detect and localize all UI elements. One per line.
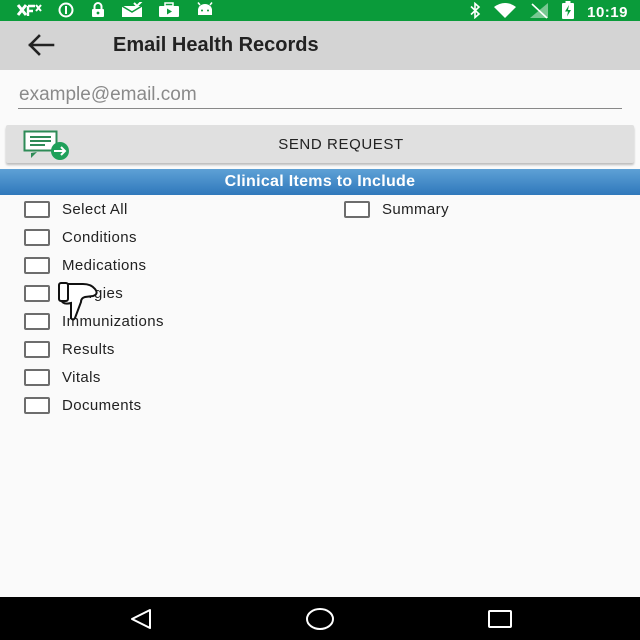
checkbox-results[interactable]: Results [24,339,115,359]
back-arrow-icon[interactable] [24,32,58,60]
navigation-bar [0,597,640,640]
home-circle-icon[interactable] [305,607,335,636]
checkbox-box[interactable] [24,200,50,218]
checkbox-label: Documents [62,396,142,414]
checkbox-box[interactable] [24,284,50,302]
mail-check-icon [121,2,143,18]
data-saver-icon [57,2,75,18]
checkbox-box[interactable] [344,200,370,218]
back-triangle-icon[interactable] [128,608,154,635]
checkbox-box[interactable] [24,228,50,246]
hand-pointer-icon [57,281,101,328]
email-input[interactable] [18,82,622,108]
checkbox-label: Medications [62,256,147,274]
checkbox-box[interactable] [24,396,50,414]
send-request-label: SEND REQUEST [278,136,404,153]
checkbox-label: Results [62,340,115,358]
checkbox-label: Conditions [62,228,137,246]
app-bar: Email Health Records [0,21,640,70]
checkbox-label: Vitals [62,368,101,386]
checkbox-label: Select All [62,200,128,218]
checkbox-documents[interactable]: Documents [24,395,141,415]
checkbox-box[interactable] [24,312,50,330]
status-time: 10:19 [587,4,628,21]
page-title: Email Health Records [113,34,319,56]
send-request-button[interactable]: SEND REQUEST [6,125,634,163]
checkbox-medications[interactable]: Medications [24,255,146,275]
briefcase-play-icon [158,2,180,18]
fx-notification-icon [16,2,42,18]
checkbox-label: Summary [382,200,449,218]
checkbox-select-all[interactable]: Select All [24,199,128,219]
email-field[interactable] [18,82,622,109]
checkbox-vitals[interactable]: Vitals [24,367,101,387]
checkbox-box[interactable] [24,368,50,386]
checkbox-box[interactable] [24,340,50,358]
checkbox-box[interactable] [24,256,50,274]
section-header: Clinical Items to Include [0,169,640,195]
android-icon [195,2,215,18]
checkbox-summary[interactable]: Summary [344,199,449,219]
status-bar: 10:19 [0,0,640,21]
lock-icon [90,2,106,18]
recents-square-icon[interactable] [487,608,513,635]
checkbox-conditions[interactable]: Conditions [24,227,137,247]
status-notification-icons [16,2,215,18]
